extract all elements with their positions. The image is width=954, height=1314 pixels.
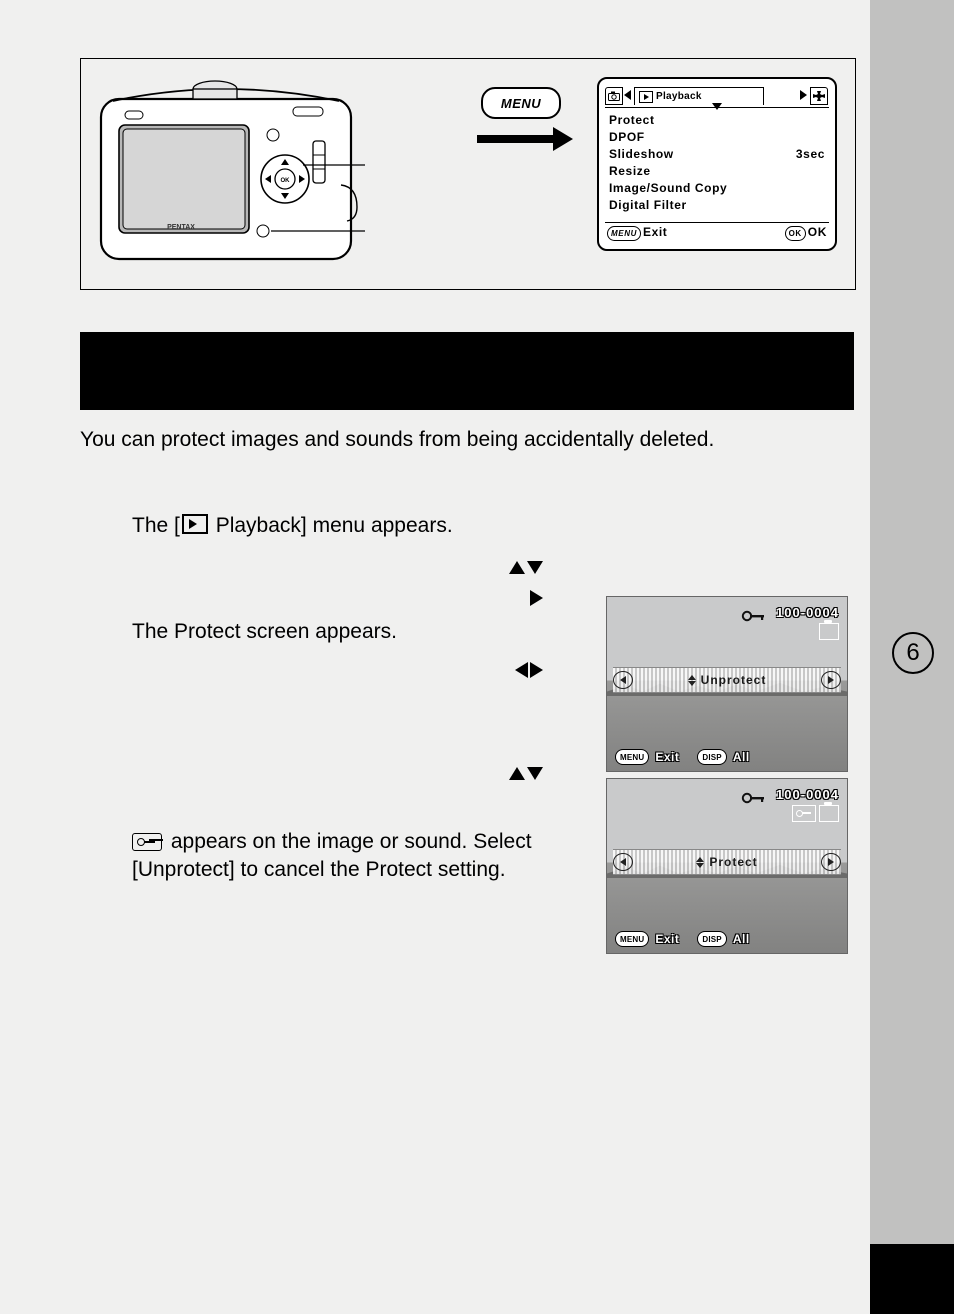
playback-icon	[639, 91, 653, 103]
tab-camera	[605, 87, 623, 105]
left-arrow-icon	[515, 662, 528, 678]
arrow-row-up-down	[132, 554, 544, 582]
side-column: 6	[870, 0, 954, 1314]
action-band: Protect	[613, 849, 841, 875]
step-1-text: The [ Playback] menu appears.	[132, 512, 854, 540]
lcd-playback-menu: Playback Protect DPOF Slideshow3sec Resi…	[597, 77, 837, 251]
lcd-footer: MENUExit OKOK	[605, 222, 829, 243]
menu-item: Resize	[609, 163, 825, 180]
menu-button-pill: MENU	[481, 87, 561, 119]
svg-text:OK: OK	[281, 178, 291, 184]
image-icon	[819, 623, 839, 640]
status-icons	[819, 623, 839, 640]
down-arrow-icon	[527, 767, 543, 780]
footer-right: OKOK	[785, 225, 827, 241]
arrow-row-up-down-2	[132, 760, 544, 788]
up-down-arrows-icon	[696, 857, 704, 868]
tab-nav-right-icon	[800, 87, 810, 105]
playback-icon	[182, 514, 208, 534]
nav-left-icon	[613, 671, 633, 689]
footer-exit: Exit	[655, 932, 679, 946]
page: PENTAX OK MENU	[0, 0, 954, 1314]
protect-key-icon	[132, 833, 162, 851]
camera-line-drawing: PENTAX OK	[95, 71, 365, 271]
down-arrow-icon	[527, 561, 543, 574]
menu-pill-icon: MENU	[607, 226, 641, 241]
menu-pill-icon: MENU	[615, 931, 649, 947]
ok-pill-icon: OK	[785, 226, 806, 241]
file-counter: 100-0004	[776, 605, 839, 620]
protect-screen-unprotect: 100-0004 Unprotect MENU Exit DISP All	[606, 596, 848, 772]
disp-pill-icon: DISP	[697, 931, 726, 947]
scroll-down-icon	[712, 103, 722, 110]
action-band: Unprotect	[613, 667, 841, 693]
tab-playback-active: Playback	[634, 87, 764, 105]
protect-screen-protect: 100-0004 Protect MENU Exit DISP All	[606, 778, 848, 954]
image-icon	[819, 805, 839, 822]
nav-right-icon	[821, 853, 841, 871]
nav-left-icon	[613, 853, 633, 871]
intro-text: You can protect images and sounds from b…	[80, 426, 854, 454]
band-label: Protect	[639, 855, 815, 869]
file-counter: 100-0004	[776, 787, 839, 802]
footer-row: MENU Exit DISP All	[615, 931, 750, 947]
band-label: Unprotect	[639, 673, 815, 687]
menu-item: Slideshow3sec	[609, 146, 825, 163]
key-icon	[741, 609, 767, 621]
side-bottom-block	[870, 1244, 954, 1314]
footer-left: MENUExit	[607, 225, 667, 241]
up-arrow-icon	[509, 767, 525, 780]
right-arrow-icon	[530, 590, 543, 606]
tab-label: Playback	[656, 91, 702, 102]
footer-row: MENU Exit DISP All	[615, 749, 750, 765]
step-3-text: appears on the image or sound. Select [U…	[132, 828, 592, 884]
key-icon	[741, 791, 767, 803]
arrow-right-icon	[477, 129, 577, 149]
protect-box-icon	[792, 805, 816, 822]
arrow-row-left-right	[132, 658, 544, 686]
tab-setup	[810, 87, 828, 105]
menu-pill-icon: MENU	[615, 749, 649, 765]
footer-all: All	[733, 932, 750, 946]
up-arrow-icon	[509, 561, 525, 574]
nav-right-icon	[821, 671, 841, 689]
right-arrow-icon	[530, 662, 543, 678]
menu-item: Image/Sound Copy	[609, 180, 825, 197]
page-number-badge: 6	[892, 632, 934, 674]
arrow-row-right	[132, 586, 544, 614]
footer-all: All	[733, 750, 750, 764]
menu-item: Digital Filter	[609, 197, 825, 214]
tab-nav-left-icon	[624, 87, 634, 105]
content-column: PENTAX OK MENU	[0, 0, 870, 1314]
lcd-menu-list: Protect DPOF Slideshow3sec Resize Image/…	[609, 112, 825, 214]
menu-item: DPOF	[609, 129, 825, 146]
svg-text:PENTAX: PENTAX	[167, 224, 195, 231]
disp-pill-icon: DISP	[697, 749, 726, 765]
status-icons	[792, 805, 839, 822]
menu-item: Protect	[609, 112, 825, 129]
up-down-arrows-icon	[688, 675, 696, 686]
section-heading-band	[80, 332, 854, 410]
top-illustration-panel: PENTAX OK MENU	[80, 58, 856, 290]
footer-exit: Exit	[655, 750, 679, 764]
